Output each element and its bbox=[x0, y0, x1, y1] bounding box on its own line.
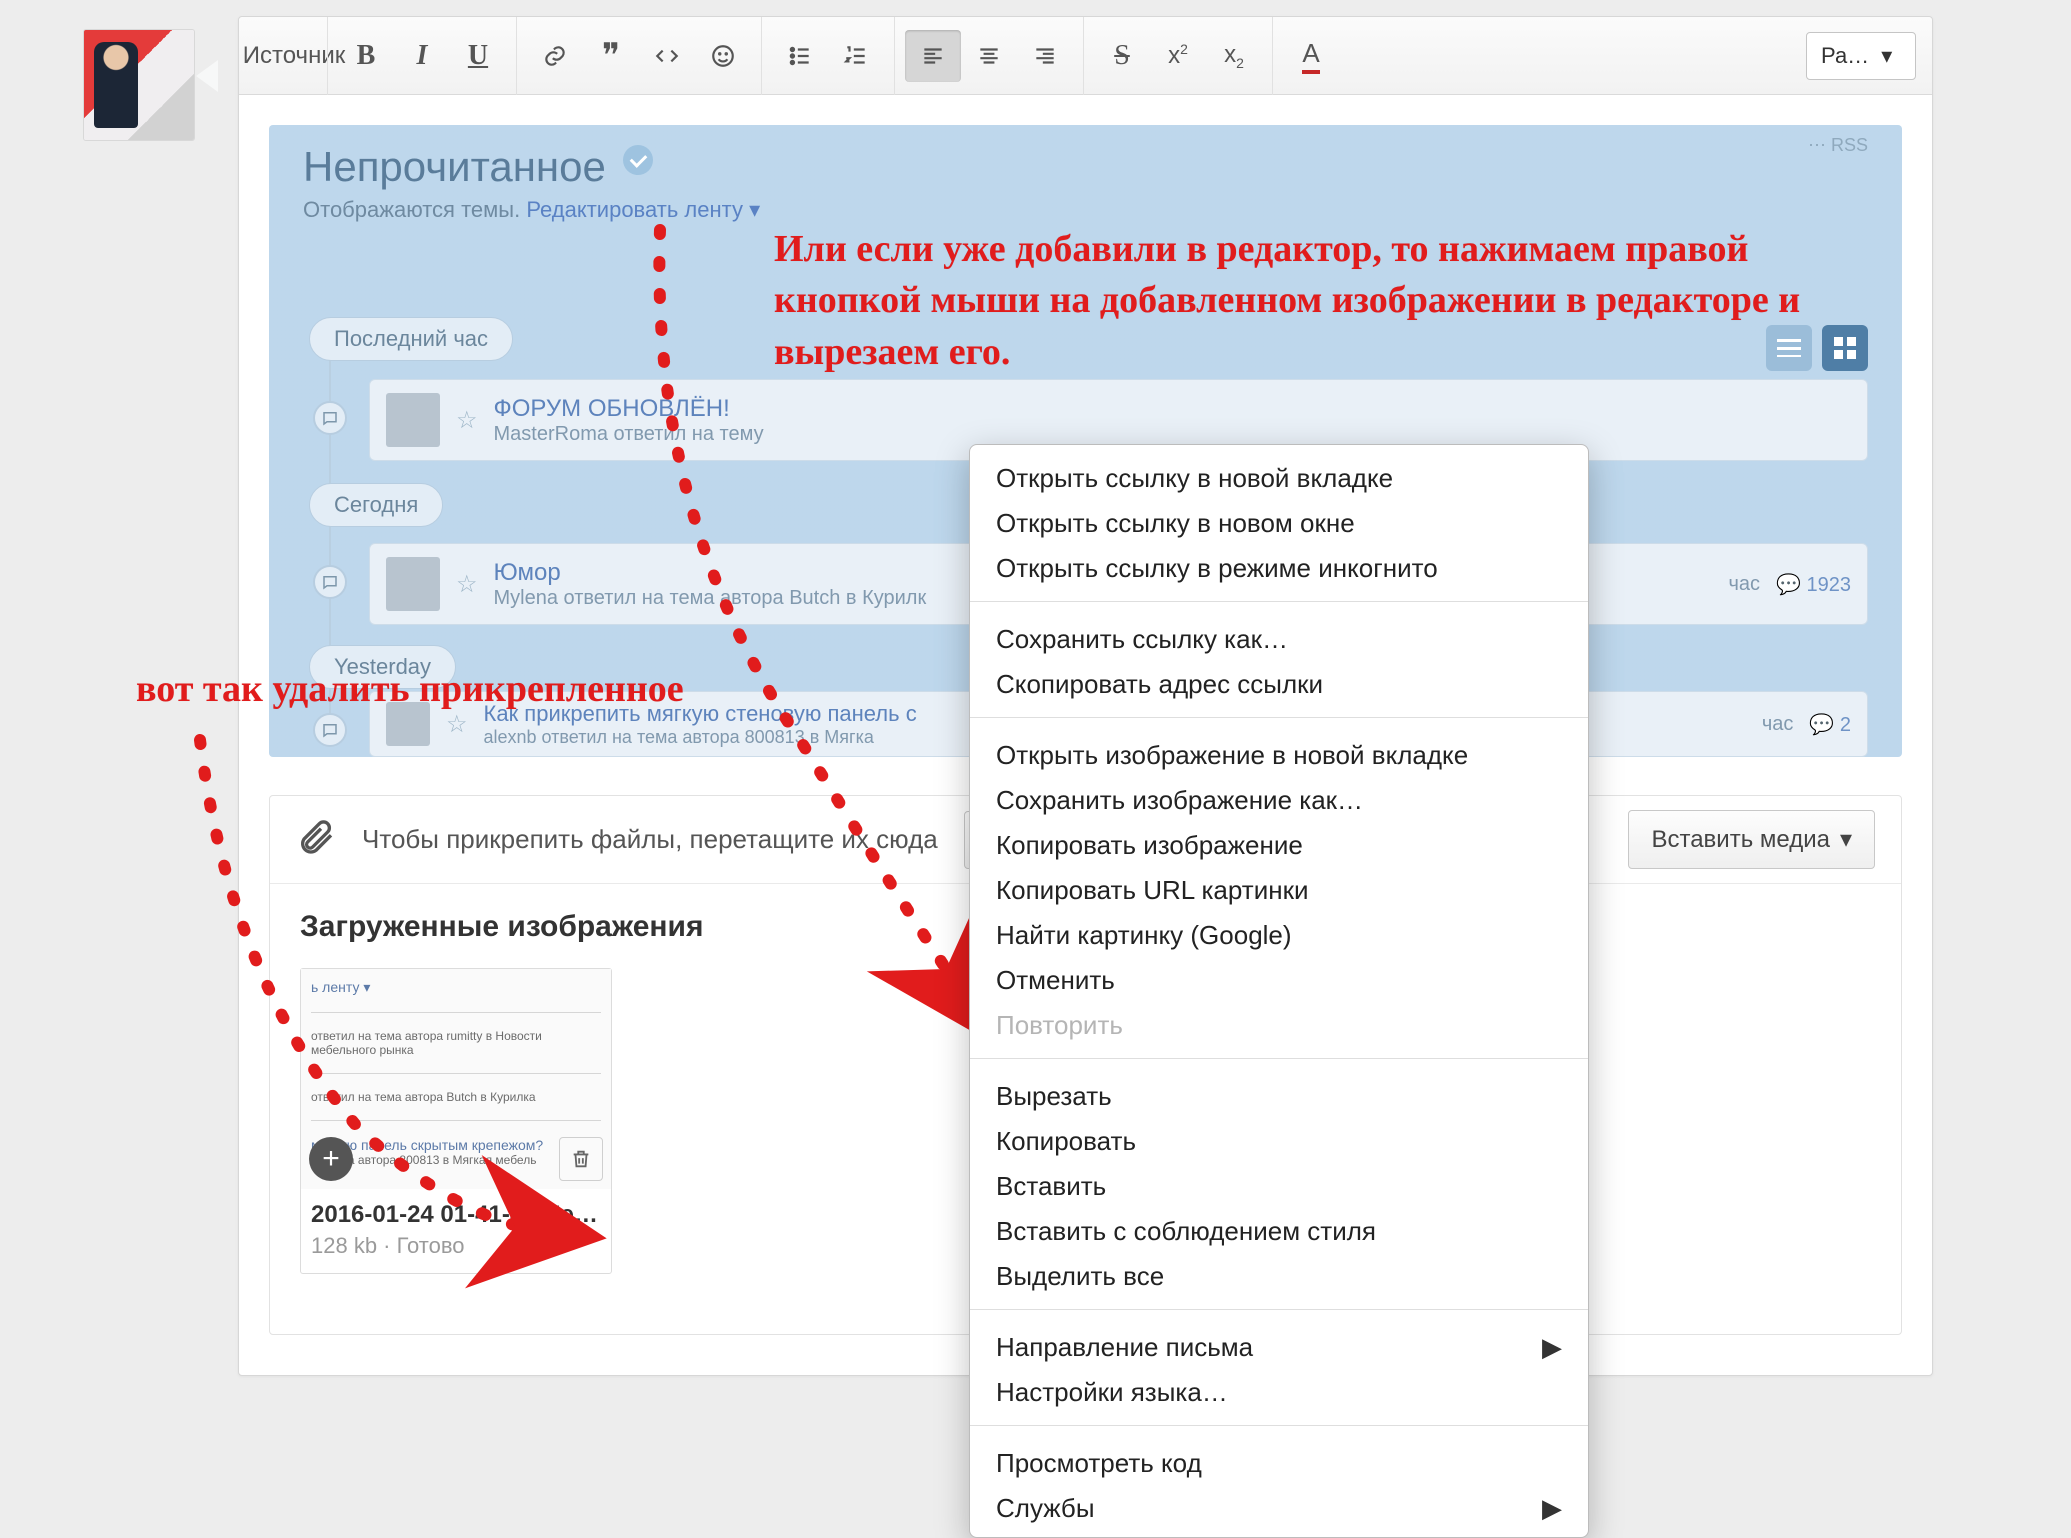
ctx-select-all[interactable]: Выделить все bbox=[970, 1254, 1588, 1299]
format-select-label: Ра… bbox=[1821, 43, 1869, 69]
shot-title: Непрочитанное bbox=[303, 143, 606, 190]
avatar-icon bbox=[386, 557, 440, 611]
ctx-paste[interactable]: Вставить bbox=[970, 1164, 1588, 1209]
topic-title: ФОРУМ ОБНОВЛЁН! bbox=[494, 395, 1851, 423]
star-icon[interactable]: ☆ bbox=[456, 570, 478, 599]
context-menu: Открыть ссылку в новой вкладке Открыть с… bbox=[969, 444, 1589, 1538]
file-meta: 128 kb · Готово bbox=[301, 1233, 611, 1273]
ctx-undo[interactable]: Отменить bbox=[970, 958, 1588, 1003]
text-color-button[interactable]: A bbox=[1283, 30, 1339, 82]
add-button[interactable]: + bbox=[309, 1137, 353, 1181]
delete-button[interactable] bbox=[559, 1137, 603, 1181]
align-center-button[interactable] bbox=[961, 30, 1017, 82]
align-right-button[interactable] bbox=[1017, 30, 1073, 82]
file-name: 2016-01-24 01-41-30 Не… bbox=[301, 1189, 611, 1233]
shot-subtitle: Отображаются темы. bbox=[303, 197, 520, 222]
avatar-pointer bbox=[196, 60, 218, 92]
ctx-copy-link[interactable]: Скопировать адрес ссылки bbox=[970, 662, 1588, 707]
rss-link[interactable]: ⋯ RSS bbox=[1808, 135, 1868, 156]
format-select[interactable]: Ра… ▾ bbox=[1806, 32, 1916, 80]
ctx-search-img[interactable]: Найти картинку (Google) bbox=[970, 913, 1588, 958]
topic-meta: MasterRoma ответил на тему bbox=[494, 423, 1851, 446]
ctx-copy-img-url[interactable]: Копировать URL картинки bbox=[970, 868, 1588, 913]
verified-badge-icon bbox=[623, 145, 653, 175]
numbered-list-button[interactable] bbox=[828, 30, 884, 82]
emoji-button[interactable] bbox=[695, 30, 751, 82]
annotation-left: вот так удалить прикрепленное bbox=[136, 664, 916, 715]
timeline-node bbox=[313, 401, 347, 435]
code-icon bbox=[654, 43, 680, 69]
ctx-view-source[interactable]: Просмотреть код bbox=[970, 1436, 1588, 1486]
align-left-button[interactable] bbox=[905, 30, 961, 82]
numbered-list-icon bbox=[843, 43, 869, 69]
subscript-icon: x2 bbox=[1224, 41, 1244, 71]
code-button[interactable] bbox=[639, 30, 695, 82]
paperclip-icon bbox=[296, 817, 336, 862]
italic-button[interactable]: I bbox=[394, 30, 450, 82]
reply-count: 💬 1923 bbox=[1776, 572, 1851, 597]
ctx-save-img[interactable]: Сохранить изображение как… bbox=[970, 778, 1588, 823]
superscript-icon: x2 bbox=[1168, 41, 1188, 70]
timeline-node bbox=[313, 565, 347, 599]
thumbnail-preview: ь ленту ▾ ответил на тема автора rumitty… bbox=[301, 969, 611, 1189]
ctx-open-incognito[interactable]: Открыть ссылку в режиме инкогнито bbox=[970, 546, 1588, 591]
uploaded-thumbnail[interactable]: ь ленту ▾ ответил на тема автора rumitty… bbox=[300, 968, 612, 1274]
submenu-arrow-icon: ▶ bbox=[1542, 1493, 1562, 1524]
trash-icon bbox=[570, 1148, 592, 1170]
subscript-button[interactable]: x2 bbox=[1206, 30, 1262, 82]
quote-icon: ❞ bbox=[602, 36, 620, 76]
align-left-icon bbox=[920, 43, 946, 69]
superscript-button[interactable]: x2 bbox=[1150, 30, 1206, 82]
emoji-icon bbox=[710, 43, 736, 69]
ctx-writing-dir[interactable]: Направление письма▶ bbox=[970, 1320, 1588, 1370]
star-icon[interactable]: ☆ bbox=[456, 406, 478, 435]
align-center-icon bbox=[976, 43, 1002, 69]
user-avatar[interactable] bbox=[84, 30, 194, 140]
ctx-cut[interactable]: Вырезать bbox=[970, 1069, 1588, 1119]
reply-count: 💬 2 bbox=[1809, 712, 1851, 737]
chevron-down-icon: ▾ bbox=[1840, 825, 1852, 854]
align-right-icon bbox=[1032, 43, 1058, 69]
pill-recent: Последний час bbox=[309, 317, 513, 361]
bullet-list-icon bbox=[787, 43, 813, 69]
italic-icon: I bbox=[417, 40, 428, 72]
bullet-list-button[interactable] bbox=[772, 30, 828, 82]
underline-button[interactable]: U bbox=[450, 30, 506, 82]
ctx-paste-style[interactable]: Вставить с соблюдением стиля bbox=[970, 1209, 1588, 1254]
text-color-icon: A bbox=[1302, 38, 1319, 74]
pill-today: Сегодня bbox=[309, 483, 443, 527]
strike-icon: S bbox=[1114, 40, 1130, 72]
plus-icon: + bbox=[322, 1142, 340, 1176]
ctx-open-img-tab[interactable]: Открыть изображение в новой вкладке bbox=[970, 728, 1588, 778]
ctx-redo: Повторить bbox=[970, 1003, 1588, 1048]
ctx-open-window[interactable]: Открыть ссылку в новом окне bbox=[970, 501, 1588, 546]
avatar-icon bbox=[386, 393, 440, 447]
timeline-node bbox=[313, 713, 347, 747]
submenu-arrow-icon: ▶ bbox=[1542, 1332, 1562, 1363]
underline-icon: U bbox=[468, 40, 488, 72]
annotation-right: Или если уже добавили в редактор, то наж… bbox=[774, 224, 1904, 378]
link-button[interactable] bbox=[527, 30, 583, 82]
ctx-services[interactable]: Службы▶ bbox=[970, 1486, 1588, 1531]
ctx-lang-settings[interactable]: Настройки языка… bbox=[970, 1370, 1588, 1415]
bold-icon: B bbox=[357, 40, 376, 72]
ctx-copy[interactable]: Копировать bbox=[970, 1119, 1588, 1164]
quote-button[interactable]: ❞ bbox=[583, 30, 639, 82]
insert-media-button[interactable]: Вставить медиа ▾ bbox=[1628, 810, 1875, 869]
link-icon bbox=[542, 43, 568, 69]
source-button[interactable]: Источник bbox=[261, 30, 317, 82]
ctx-copy-img[interactable]: Копировать изображение bbox=[970, 823, 1588, 868]
ctx-open-tab[interactable]: Открыть ссылку в новой вкладке bbox=[970, 451, 1588, 501]
bold-button[interactable]: B bbox=[338, 30, 394, 82]
attach-hint: Чтобы прикрепить файлы, перетащите их сю… bbox=[362, 824, 938, 855]
editor-toolbar: Источник B I U ❞ bbox=[239, 17, 1932, 95]
strikethrough-button[interactable]: S bbox=[1094, 30, 1150, 82]
chevron-down-icon: ▾ bbox=[1881, 43, 1892, 69]
ctx-save-link[interactable]: Сохранить ссылку как… bbox=[970, 612, 1588, 662]
edit-feed-link[interactable]: Редактировать ленту ▾ bbox=[526, 197, 760, 222]
